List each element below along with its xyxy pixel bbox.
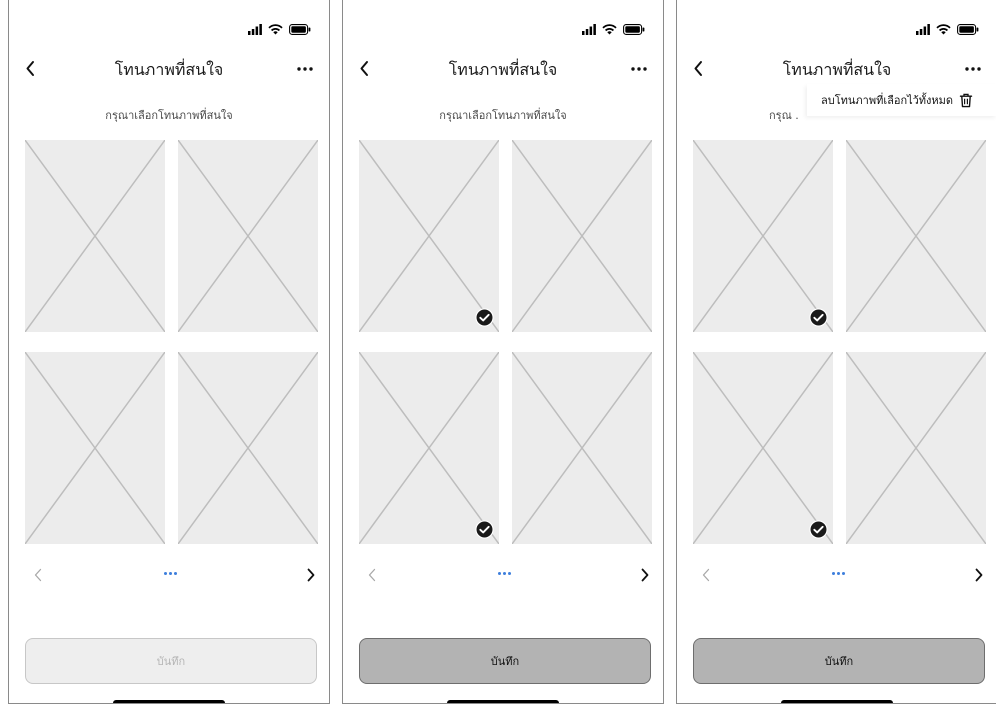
image-placeholder-icon	[25, 140, 165, 332]
tone-tile-2[interactable]	[846, 140, 986, 332]
tone-tile-3[interactable]	[25, 352, 165, 544]
save-button[interactable]: บันทึก	[693, 638, 985, 684]
tone-tile-4[interactable]	[846, 352, 986, 544]
previous-page-button[interactable]	[365, 566, 381, 584]
next-page-button[interactable]	[971, 566, 987, 584]
phone-screen-2: โทนภาพที่สนใจ กรุณาเลือกโทนภาพที่สนใจ บั…	[342, 0, 664, 704]
page-indicator	[498, 572, 511, 575]
home-indicator	[447, 700, 559, 703]
phone-screen-1: โทนภาพที่สนใจ กรุณาเลือกโทนภาพที่สนใจ บั…	[8, 0, 330, 704]
tone-tile-3[interactable]	[359, 352, 499, 544]
pager	[677, 564, 996, 584]
selected-check-icon	[475, 308, 494, 327]
save-button[interactable]: บันทึก	[359, 638, 651, 684]
status-bar	[916, 22, 979, 36]
instruction-text: กรุณาเลือกโทนภาพที่สนใจ	[439, 109, 567, 122]
instruction-text: กรุณาเลือกโทนภาพที่สนใจ	[105, 109, 233, 122]
battery-icon	[289, 23, 311, 35]
page-title: โทนภาพที่สนใจ	[114, 60, 224, 79]
page-dot	[837, 572, 840, 575]
page-dot	[832, 572, 835, 575]
status-bar	[582, 22, 645, 36]
ellipsis-icon	[631, 67, 647, 71]
selected-check-icon	[475, 520, 494, 539]
page-dot	[842, 572, 845, 575]
image-placeholder-icon	[359, 352, 499, 544]
page-indicator	[164, 572, 177, 575]
signal-icon	[248, 23, 262, 35]
more-options-button[interactable]	[627, 56, 651, 82]
next-page-button[interactable]	[303, 566, 319, 584]
selected-check-icon	[809, 520, 828, 539]
tone-tile-3[interactable]	[693, 352, 833, 544]
ellipsis-icon	[965, 67, 981, 71]
chevron-left-icon	[34, 568, 42, 582]
pager	[9, 564, 329, 584]
chevron-right-icon	[641, 568, 649, 582]
status-bar	[248, 22, 311, 36]
clear-all-label: ลบโทนภาพที่เลือกไว้ทั้งหมด	[821, 94, 954, 107]
previous-page-button[interactable]	[31, 566, 47, 584]
image-placeholder-icon	[846, 140, 986, 332]
chevron-right-icon	[307, 568, 315, 582]
wifi-icon	[268, 23, 283, 34]
pager	[343, 564, 663, 584]
more-options-button[interactable]	[961, 56, 985, 82]
chevron-left-icon	[702, 568, 710, 582]
page-title: โทนภาพที่สนใจ	[782, 60, 892, 79]
phone-screen-3: โทนภาพที่สนใจ กรุณ . ลบโทนภาพที่เลือกไว้…	[676, 0, 996, 704]
image-placeholder-icon	[178, 352, 318, 544]
tone-tile-1[interactable]	[359, 140, 499, 332]
page-dot	[503, 572, 506, 575]
page-indicator	[832, 572, 845, 575]
page-dot	[169, 572, 172, 575]
clear-all-menu-item[interactable]: ลบโทนภาพที่เลือกไว้ทั้งหมด	[807, 84, 996, 116]
signal-icon	[582, 23, 596, 35]
tone-tile-4[interactable]	[178, 352, 318, 544]
wifi-icon	[936, 23, 951, 34]
selected-check-icon	[809, 308, 828, 327]
wifi-icon	[602, 23, 617, 34]
ellipsis-icon	[297, 67, 313, 71]
page-dot	[164, 572, 167, 575]
next-page-button[interactable]	[637, 566, 653, 584]
trash-icon	[959, 93, 973, 107]
previous-page-button[interactable]	[699, 566, 715, 584]
image-placeholder-icon	[693, 352, 833, 544]
page-title: โทนภาพที่สนใจ	[448, 60, 558, 79]
home-indicator	[781, 700, 893, 703]
tone-tile-1[interactable]	[693, 140, 833, 332]
tone-tile-2[interactable]	[178, 140, 318, 332]
chevron-left-icon	[368, 568, 376, 582]
image-placeholder-icon	[693, 140, 833, 332]
signal-icon	[916, 23, 930, 35]
page-dot	[174, 572, 177, 575]
tone-tile-2[interactable]	[512, 140, 652, 332]
image-placeholder-icon	[359, 140, 499, 332]
home-indicator	[113, 700, 225, 703]
image-placeholder-icon	[512, 352, 652, 544]
image-placeholder-icon	[846, 352, 986, 544]
nav-bar: โทนภาพที่สนใจ	[343, 56, 663, 82]
image-placeholder-icon	[25, 352, 165, 544]
more-options-button[interactable]	[293, 56, 317, 82]
tone-tile-4[interactable]	[512, 352, 652, 544]
image-placeholder-icon	[178, 140, 318, 332]
battery-icon	[623, 23, 645, 35]
chevron-right-icon	[975, 568, 983, 582]
nav-bar: โทนภาพที่สนใจ	[9, 56, 329, 82]
page-dot	[508, 572, 511, 575]
tone-tile-1[interactable]	[25, 140, 165, 332]
nav-bar: โทนภาพที่สนใจ	[677, 56, 996, 82]
page-dot	[498, 572, 501, 575]
image-placeholder-icon	[512, 140, 652, 332]
battery-icon	[957, 23, 979, 35]
save-button[interactable]: บันทึก	[25, 638, 317, 684]
